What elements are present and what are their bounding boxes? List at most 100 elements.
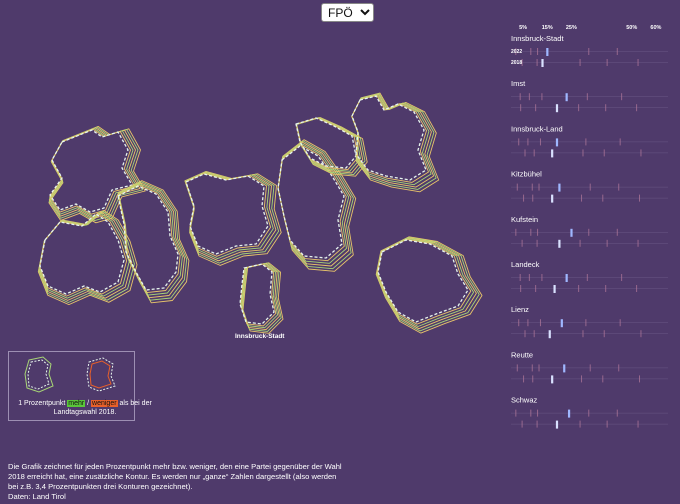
other-party-mark (519, 274, 521, 281)
other-party-mark (519, 93, 521, 101)
other-party-mark (605, 285, 607, 292)
district-row: Innsbruck-Land (511, 124, 668, 158)
fpo-2018-mark (558, 239, 561, 248)
other-party-mark (581, 194, 583, 202)
other-party-mark (538, 183, 540, 191)
fpo-2018-mark (541, 59, 544, 67)
other-party-mark (515, 228, 517, 236)
other-party-mark (606, 59, 608, 66)
other-party-mark (579, 59, 581, 66)
other-party-mark (520, 104, 522, 112)
other-party-mark (535, 285, 537, 292)
other-party-mark (518, 138, 520, 146)
fpo-2022-mark (555, 138, 559, 147)
other-party-mark (640, 330, 642, 338)
district-row: Reutte (511, 350, 668, 384)
other-party-mark (637, 59, 639, 66)
other-party-mark (530, 48, 532, 55)
other-party-mark (531, 364, 533, 372)
fpo-2018-mark (553, 285, 556, 293)
other-party-mark (606, 420, 608, 428)
other-party-mark (616, 48, 618, 55)
other-party-mark (588, 409, 590, 417)
other-party-mark (516, 364, 518, 372)
other-party-mark (578, 104, 580, 112)
fpo-2022-mark (560, 319, 563, 328)
other-party-mark (524, 149, 526, 157)
district-row: Kufstein (511, 215, 668, 248)
other-party-mark (589, 364, 591, 372)
other-party-mark (537, 409, 539, 417)
x-tick-label: 25% (566, 25, 577, 31)
other-party-mark (530, 228, 532, 236)
district-name: Lienz (511, 305, 529, 314)
other-party-mark (535, 104, 537, 112)
other-party-mark (528, 274, 530, 281)
other-party-mark (586, 93, 588, 101)
other-party-mark (586, 274, 588, 281)
other-party-mark (537, 48, 539, 55)
other-party-mark (528, 93, 530, 101)
other-party-mark (616, 228, 618, 236)
other-party-mark (515, 409, 517, 417)
fpo-2022-mark (565, 93, 568, 102)
other-party-mark (541, 274, 543, 281)
fpo-2018-mark (555, 104, 559, 113)
other-party-mark (532, 375, 534, 383)
other-party-mark (520, 285, 522, 292)
x-tick-label: 60% (650, 25, 661, 31)
other-party-mark (524, 330, 526, 338)
other-party-mark (588, 228, 590, 236)
district-row: Imst (511, 79, 668, 113)
district-name: Kufstein (511, 215, 538, 224)
fpo-2022-mark (546, 48, 549, 56)
other-party-mark (530, 409, 532, 417)
other-party-mark (538, 364, 540, 372)
district-name: Kitzbühel (511, 170, 542, 179)
district-row: Landeck (511, 260, 668, 293)
other-party-mark (533, 149, 535, 157)
district-name: Schwaz (511, 396, 538, 405)
other-party-mark (619, 319, 621, 327)
footer-line-2: 2018 erreicht hat, eine zusätzliche Kont… (8, 472, 337, 481)
district-row: Innsbruck-Stadt 2022 2018 (511, 34, 668, 67)
fpo-2022-mark (570, 228, 573, 237)
district-name: Innsbruck-Land (511, 124, 563, 133)
other-party-mark (618, 364, 620, 372)
district-name: Landeck (511, 260, 540, 269)
district-name: Reutte (511, 350, 533, 359)
other-party-mark (638, 375, 640, 383)
other-party-mark (533, 330, 535, 338)
other-party-mark (618, 183, 620, 191)
district-row: Lienz (511, 305, 668, 339)
other-party-mark (578, 285, 580, 292)
other-party-mark (637, 239, 639, 247)
x-tick-label: 5% (519, 25, 527, 31)
district-name: Imst (511, 79, 526, 88)
other-party-mark (539, 319, 541, 327)
district-row: Schwaz (511, 396, 668, 429)
other-party-mark (619, 138, 621, 146)
other-party-mark (621, 93, 623, 101)
footer-line-3: bei z.B. 3,4 Prozentpunkten drei Konture… (8, 482, 193, 491)
other-party-mark (516, 183, 518, 191)
other-party-mark (521, 239, 523, 247)
other-party-mark (588, 48, 590, 55)
other-party-mark (521, 420, 523, 428)
other-party-mark (602, 194, 604, 202)
district-name: Innsbruck-Stadt (511, 34, 564, 43)
other-party-mark (579, 420, 581, 428)
fpo-2018-mark (551, 149, 554, 158)
other-party-mark (536, 420, 538, 428)
other-party-mark (585, 138, 587, 146)
fpo-2022-mark (565, 274, 568, 282)
x-tick-label: 50% (626, 25, 637, 31)
other-party-mark (527, 138, 529, 146)
other-party-mark (616, 409, 618, 417)
fpo-2018-mark (551, 375, 554, 384)
other-party-mark (541, 93, 543, 101)
other-party-mark (579, 239, 581, 247)
other-party-mark (527, 319, 529, 327)
other-party-mark (638, 194, 640, 202)
other-party-mark (640, 149, 642, 157)
